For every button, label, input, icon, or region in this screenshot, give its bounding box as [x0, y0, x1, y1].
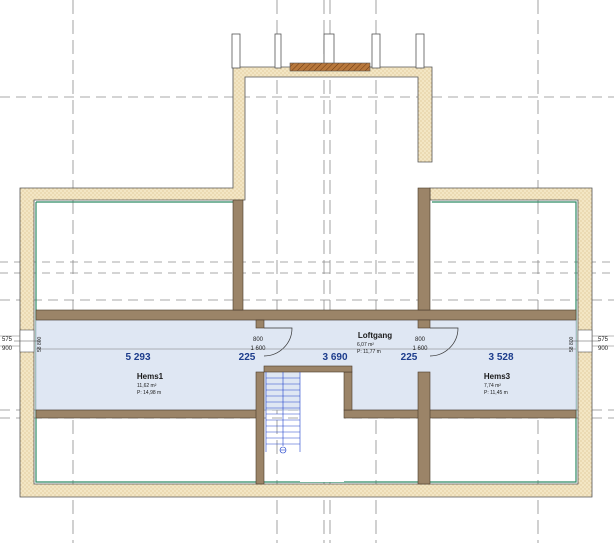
room-area-hems3: 7,74 m²	[484, 383, 501, 389]
room-area-hems1: 11,62 m²	[137, 383, 157, 389]
dim-seg-2: 225	[239, 352, 256, 363]
dim-seg-4: 225	[401, 352, 418, 363]
staircase	[265, 372, 301, 454]
right-vert-dim: 58 800	[569, 336, 575, 352]
door-right-width: 800	[415, 337, 426, 343]
room-name-hems1: Hems1	[137, 372, 164, 381]
right-dim-a: 575	[598, 337, 609, 343]
floor-plan: 5 293 225 3 690 225 3 528 800 1 600 800 …	[0, 0, 614, 543]
room-perimeter-hems1: P: 14,98 m	[137, 390, 161, 396]
dim-seg-3: 3 690	[322, 352, 347, 363]
left-dim-b: 900	[2, 346, 13, 352]
room-name-loftgang: Loftgang	[358, 331, 392, 340]
right-dim-b: 900	[598, 346, 609, 352]
door-left-width: 800	[253, 337, 264, 343]
room-perimeter-hems3: P: 11,45 m	[484, 390, 508, 396]
left-vert-dim: 58 800	[37, 336, 43, 352]
room-name-hems3: Hems3	[484, 372, 511, 381]
room-area-loftgang: 6,07 m²	[357, 342, 374, 348]
stair-void	[300, 372, 344, 482]
left-dim-a: 575	[2, 337, 13, 343]
door-right-height: 1 600	[412, 346, 428, 352]
roof-beam	[289, 62, 371, 72]
room-perimeter-loftgang: P: 11,77 m	[357, 349, 381, 355]
door-left-height: 1 600	[250, 346, 266, 352]
dim-seg-1: 5 293	[125, 352, 150, 363]
dim-seg-5: 3 528	[488, 352, 513, 363]
